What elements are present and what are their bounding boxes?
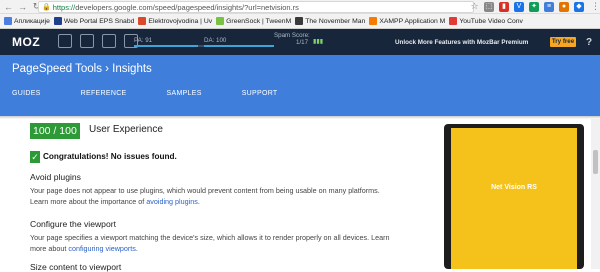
da-bar-fill [204, 45, 274, 47]
section-text-line: Learn more about the importance of [30, 196, 147, 206]
extension-icon[interactable]: V [514, 2, 524, 12]
scrollbar[interactable] [591, 119, 600, 269]
section-text: Your page specifies a viewport matching … [30, 233, 424, 254]
scrollbar-thumb[interactable] [593, 150, 598, 174]
bookmark-favicon [53, 17, 62, 25]
section-heading: Avoid plugins [30, 172, 81, 182]
spam-label: Spam Score: [274, 32, 310, 39]
section-text: Your page does not appear to use plugins… [30, 186, 424, 207]
tab-guides[interactable]: GUIDES [12, 90, 41, 97]
section-heading: Configure the viewport [30, 219, 116, 229]
bookmark-item[interactable]: The November Man [295, 16, 365, 27]
bookmark-item[interactable]: XAMPP Application M [369, 16, 445, 27]
lock-icon: 🔒 [42, 4, 51, 11]
address-bar: ← → ↻ 🔒 https://developers.google.com/sp… [0, 0, 600, 14]
bookmark-label: YouTube Video Conv [459, 17, 523, 25]
bookmark-favicon [449, 17, 458, 25]
section-text-line: Your page does not appear to use plugins… [30, 186, 380, 195]
da-bar [204, 45, 274, 47]
extension-icon[interactable]: ≡ [544, 2, 554, 12]
extension-icon[interactable]: ● [559, 2, 569, 12]
menu-icon[interactable]: ⋮ [590, 1, 600, 12]
section-heading: Size content to viewport [30, 262, 122, 272]
bookmark-label: Апликације [14, 17, 50, 25]
bookmark-label: GreenSock | TweenM [226, 17, 292, 25]
bookmark-favicon [138, 17, 147, 25]
avoiding-plugins-link[interactable]: avoiding plugins [146, 197, 198, 206]
spam-value: 1/17 [296, 39, 309, 46]
bookmark-item[interactable]: Web Portal EPS Snabd [53, 16, 135, 27]
highlight-icon[interactable] [80, 34, 94, 48]
bookmark-favicon [295, 17, 304, 25]
mozbar: MOZ PA: 91 DA: 100 Spam Score: 1/17 ▮▮▮ … [0, 29, 600, 55]
checkmark-icon: ✓ [30, 151, 40, 163]
page-title: PageSpeed Tools › Insights [12, 63, 152, 75]
bookmarks-bar: Апликације Web Portal EPS Snabd Elektrov… [0, 14, 600, 29]
pa-bar-fill [134, 45, 198, 47]
apps-icon [4, 17, 12, 25]
section-text-line: Your page specifies a viewport matching … [30, 233, 390, 242]
da-label: DA: 100 [204, 37, 227, 44]
tab-samples[interactable]: SAMPLES [167, 90, 202, 97]
section-text-line: . [197, 196, 200, 206]
url-scheme: https:// [52, 2, 76, 12]
bookmark-item[interactable]: GreenSock | TweenM [216, 16, 291, 27]
page-analysis-icon[interactable] [58, 34, 72, 48]
back-icon[interactable]: ← [3, 1, 14, 12]
bookmark-label: Elektrovojvodina | Uv [148, 17, 213, 25]
moz-logo: MOZ [12, 35, 41, 49]
extension-icon[interactable]: ◆ [574, 2, 584, 12]
unlock-text: Unlock More Features with MozBar Premium [395, 39, 529, 46]
bookmark-label: Web Portal EPS Snabd [63, 17, 135, 25]
bookmark-item[interactable]: YouTube Video Conv [449, 16, 523, 27]
phone-screen [451, 128, 577, 269]
extension-icon[interactable]: ✦ [529, 2, 539, 12]
tab-reference[interactable]: REFERENCE [81, 90, 127, 97]
pa-label: PA: 91 [134, 37, 153, 44]
extension-icon[interactable]: ⬚ [484, 2, 494, 12]
forward-icon[interactable]: → [17, 1, 28, 12]
configuring-viewports-link[interactable]: configuring viewports [68, 244, 136, 253]
help-icon[interactable]: ? [586, 37, 592, 48]
nav-tabs: GUIDES REFERENCE SAMPLES SUPPORT [12, 90, 318, 97]
preview-site-name: Net Vision RS [491, 184, 537, 191]
tab-support[interactable]: SUPPORT [242, 90, 278, 97]
extension-icon[interactable]: ▮ [499, 2, 509, 12]
bookmark-item[interactable]: Elektrovojvodina | Uv [138, 16, 212, 27]
settings-icon[interactable] [102, 34, 116, 48]
star-icon[interactable]: ☆ [469, 1, 480, 12]
bookmark-label: The November Man [305, 17, 366, 25]
section-text-line: more about [30, 243, 69, 253]
spam-signal-icon: ▮▮▮ [313, 38, 324, 45]
bookmark-item[interactable]: Апликације [4, 16, 50, 27]
pagespeed-header: PageSpeed Tools › Insights GUIDES REFERE… [0, 55, 600, 116]
try-free-button[interactable]: Try free [550, 37, 576, 47]
pa-bar [134, 45, 204, 47]
section-text-line: . [135, 243, 138, 253]
bookmark-favicon [369, 17, 378, 25]
url-input[interactable]: 🔒 https://developers.google.com/speed/pa… [38, 1, 474, 13]
bookmark-label: XAMPP Application M [379, 17, 446, 25]
score-label: User Experience [89, 124, 163, 135]
bookmark-favicon [216, 17, 225, 25]
congrats-message: Congratulations! No issues found. [43, 152, 177, 161]
url-path: developers.google.com/speed/pagespeed/in… [75, 2, 299, 12]
score-badge: 100 / 100 [30, 123, 80, 139]
